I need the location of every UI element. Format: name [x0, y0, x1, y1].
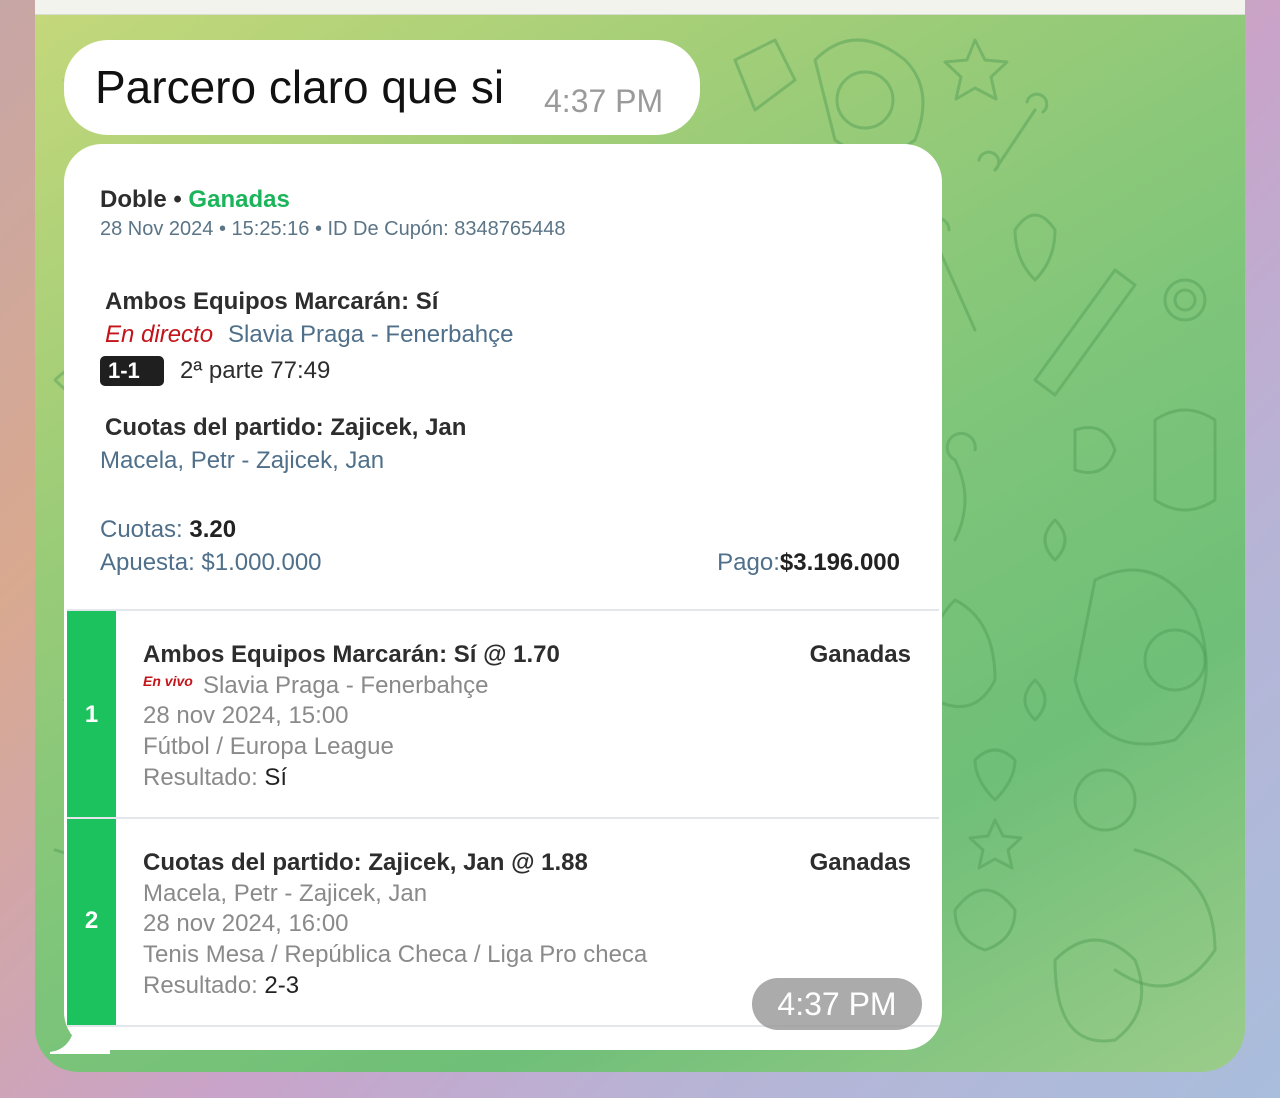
leg-result: Resultado: Sí: [143, 764, 287, 792]
ticket-meta: 28 Nov 2024 • 15:25:16 • ID De Cupón: 83…: [100, 218, 566, 240]
card-time: 4:37 PM: [752, 978, 922, 1030]
leg-sport: Tenis Mesa / República Checa / Liga Pro …: [143, 941, 648, 968]
leg-date: 28 nov 2024, 16:00: [143, 910, 349, 937]
leg-sport: Fútbol / Europa League: [143, 733, 394, 760]
selection-2-title: Cuotas del partido: Zajicek, Jan: [105, 414, 467, 441]
payout-value: $3.196.000: [779, 549, 900, 576]
leg-match: Macela, Petr - Zajicek, Jan: [143, 880, 428, 907]
bet-ticket-card[interactable]: Doble • Ganadas 28 Nov 2024 • 15:25:16 •…: [64, 144, 942, 1050]
stake-summary: Apuesta: $1.000.000: [100, 549, 322, 577]
leg-date: 28 nov 2024, 15:00: [143, 702, 349, 729]
selection-1-live-label: En directo: [105, 321, 214, 348]
message-bubble[interactable]: Parcero claro que si 4:37 PM: [64, 40, 700, 135]
ticket-status: Ganadas: [188, 186, 290, 213]
selection-1-match[interactable]: Slavia Praga - Fenerbahçe: [228, 321, 514, 349]
bet-leg[interactable]: 1 Ambos Equipos Marcarán: Sí @ 1.70 Gana…: [67, 611, 939, 819]
leg-status: Ganadas: [809, 849, 911, 876]
message-text: Parcero claro que si: [95, 61, 505, 113]
leg-number: 2: [84, 907, 99, 934]
score-badge: 1-1: [100, 356, 164, 386]
leg-result-value: Sí: [264, 764, 288, 791]
odds-summary: Cuotas: 3.20: [100, 516, 236, 544]
ticket-separator: •: [173, 186, 182, 213]
leg-result-label: Resultado:: [143, 972, 258, 999]
leg-title: Ambos Equipos Marcarán: Sí @ 1.70: [143, 641, 560, 668]
odds-label: Cuotas:: [100, 516, 183, 543]
payout-label: Pago:: [717, 549, 780, 576]
selection-2-match[interactable]: Macela, Petr - Zajicek, Jan: [100, 447, 384, 475]
message-time: 4:37 PM: [544, 83, 664, 119]
stake-value: $1.000.000: [201, 549, 322, 576]
leg-result: Resultado: 2-3: [143, 972, 299, 1000]
leg-result-value: 2-3: [264, 972, 300, 999]
payout-summary: Pago:$3.196.000: [717, 549, 900, 577]
odds-value: 3.20: [189, 516, 237, 543]
leg-match: Slavia Praga - Fenerbahçe: [203, 672, 489, 699]
match-period: 2ª parte 77:49: [180, 357, 331, 384]
bet-legs: 1 Ambos Equipos Marcarán: Sí @ 1.70 Gana…: [67, 609, 939, 1029]
leg-title: Cuotas del partido: Zajicek, Jan @ 1.88: [143, 849, 588, 876]
leg-result-label: Resultado:: [143, 764, 258, 791]
leg-live-label: En vivo: [143, 673, 193, 689]
leg-status: Ganadas: [809, 641, 911, 668]
leg-number: 1: [84, 701, 99, 728]
stake-label: Apuesta:: [100, 549, 195, 576]
ticket-header: Doble • Ganadas: [100, 186, 290, 214]
ticket-type: Doble: [100, 186, 167, 213]
selection-1-title: Ambos Equipos Marcarán: Sí: [105, 288, 439, 315]
